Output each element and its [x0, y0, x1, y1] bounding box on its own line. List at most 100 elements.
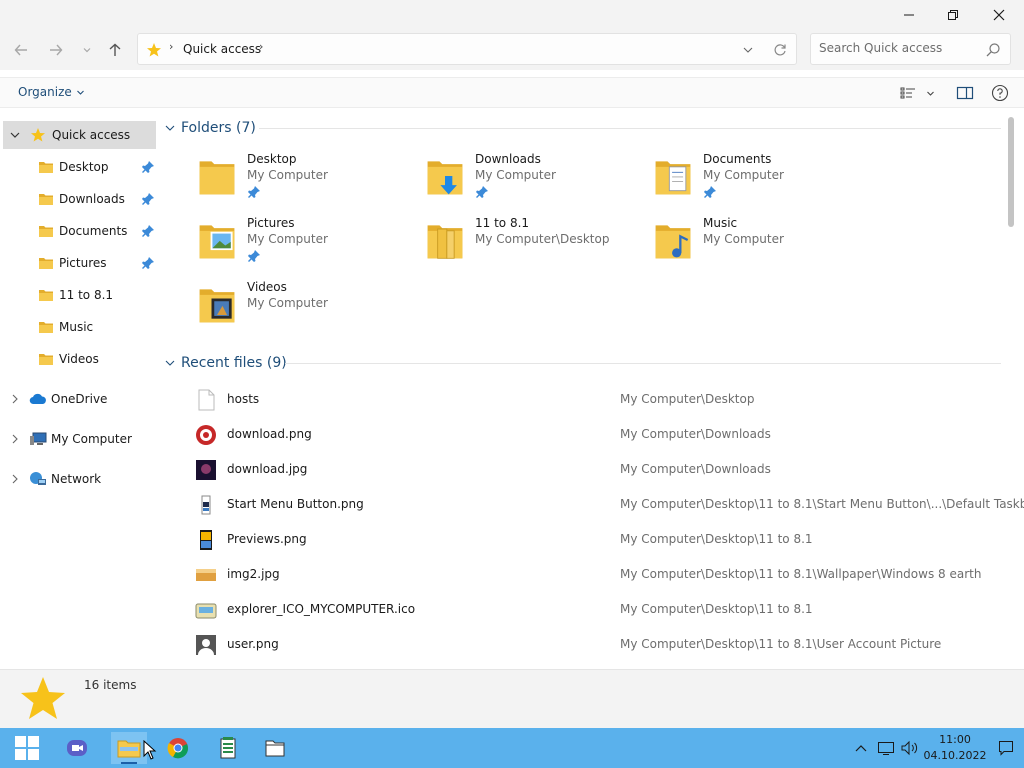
folder-tile[interactable]: Desktop My Computer	[195, 150, 415, 206]
sidebar-item-desktop[interactable]: Desktop	[0, 153, 157, 181]
folders-group-header[interactable]: Folders (7)	[165, 118, 256, 138]
taskbar-chrome-button[interactable]	[160, 732, 196, 764]
sidebar-item-label: Videos	[59, 352, 99, 366]
search-box[interactable]	[810, 33, 1011, 65]
organize-label: Organize	[18, 85, 72, 99]
computer-icon	[30, 432, 47, 445]
up-button[interactable]	[103, 38, 127, 62]
sidebar-item-music[interactable]: Music	[0, 313, 157, 341]
folder-name: Music	[703, 216, 738, 230]
desktop-folder-icon	[39, 162, 53, 173]
forward-button[interactable]	[44, 38, 68, 62]
recent-file-row[interactable]: user.png My Computer\Desktop\11 to 8.1\Us…	[187, 628, 1017, 662]
downloads-folder-icon	[427, 161, 463, 195]
sidebar-item-onedrive[interactable]: OneDrive	[0, 385, 157, 413]
command-bar: Organize	[0, 77, 1024, 108]
chevron-down-icon	[165, 125, 175, 131]
folder-location: My Computer\Desktop	[475, 232, 610, 246]
recent-file-row[interactable]: Start Menu Button.png My Computer\Desktop…	[187, 488, 1024, 522]
folder-tile[interactable]: Music My Computer	[651, 214, 871, 270]
taskbar-app-button[interactable]	[210, 732, 246, 764]
folder-tile[interactable]: Pictures My Computer	[195, 214, 415, 270]
breadcrumb-quick-access[interactable]: Quick access	[183, 42, 261, 56]
start-button[interactable]	[9, 732, 45, 764]
folder-tile[interactable]: Documents My Computer	[651, 150, 871, 206]
status-bar: 16 items	[0, 669, 1024, 728]
recent-file-row[interactable]: Previews.png My Computer\Desktop\11 to 8.…	[187, 523, 1017, 557]
folder-tile[interactable]: Downloads My Computer	[423, 150, 643, 206]
recent-group-header[interactable]: Recent files (9)	[165, 353, 287, 373]
recent-file-row[interactable]: img2.jpg My Computer\Desktop\11 to 8.1\Wa…	[187, 558, 1017, 592]
folder-tile[interactable]: 11 to 8.1 My Computer\Desktop	[423, 214, 643, 270]
back-button[interactable]	[9, 38, 33, 62]
address-dropdown-icon[interactable]	[743, 45, 753, 55]
taskbar-chat-button[interactable]	[59, 732, 95, 764]
chevron-right-icon[interactable]	[11, 434, 19, 444]
sidebar-item-downloads[interactable]: Downloads	[0, 185, 157, 213]
recent-file-row[interactable]: download.png My Computer\Downloads	[187, 418, 1017, 452]
refresh-icon[interactable]	[773, 43, 787, 57]
chevron-down-icon	[927, 91, 934, 96]
search-input[interactable]	[819, 41, 979, 55]
chevron-down-icon[interactable]	[10, 130, 20, 140]
star-icon	[31, 128, 45, 142]
file-name: explorer_ICO_MYCOMPUTER.ico	[227, 602, 416, 616]
help-button[interactable]	[991, 84, 1009, 105]
organize-button[interactable]: Organize	[18, 85, 85, 99]
recent-file-row[interactable]: download.jpg My Computer\Downloads	[187, 453, 1017, 487]
network-tray-button[interactable]	[876, 728, 896, 768]
address-bar[interactable]: › Quick access ›	[137, 33, 797, 65]
sidebar-item-videos[interactable]: Videos	[0, 345, 157, 373]
pictures-folder-icon	[199, 225, 235, 259]
title-bar	[0, 0, 1024, 30]
folder-name: 11 to 8.1	[475, 216, 530, 230]
sidebar-item-documents[interactable]: Documents	[0, 217, 157, 245]
network-icon	[30, 472, 46, 485]
file-name: download.jpg	[227, 462, 308, 476]
group-divider	[285, 363, 1001, 364]
breadcrumb-chevron-icon[interactable]: ›	[259, 40, 263, 53]
chevron-right-icon[interactable]	[11, 474, 19, 484]
navigation-pane: Quick access Desktop Downloads Documents Pi…	[0, 109, 157, 669]
preview-pane-button[interactable]	[956, 85, 974, 104]
downloads-folder-icon	[39, 194, 53, 205]
scrollbar-thumb[interactable]	[1008, 117, 1014, 227]
preview-pane-icon	[956, 86, 974, 100]
pin-icon	[142, 161, 154, 173]
taskbar-folder-button[interactable]	[257, 732, 293, 764]
file-name: Start Menu Button.png	[227, 497, 364, 511]
pin-icon	[248, 250, 260, 262]
file-name: hosts	[227, 392, 260, 406]
notifications-button[interactable]	[996, 728, 1016, 768]
chevron-right-icon[interactable]	[11, 394, 19, 404]
close-button[interactable]	[976, 0, 1022, 30]
sidebar-item-my-computer[interactable]: My Computer	[0, 425, 157, 453]
clock[interactable]: 11:00 04.10.2022	[924, 728, 987, 768]
sidebar-item-pictures[interactable]: Pictures	[0, 249, 157, 277]
recent-file-row[interactable]: hosts My Computer\Desktop	[187, 383, 1017, 417]
sidebar-item-label: Documents	[59, 224, 128, 238]
folder-tile[interactable]: Videos My Computer	[195, 278, 415, 334]
recent-file-row[interactable]: explorer_ICO_MYCOMPUTER.ico My Computer\D…	[187, 593, 1017, 627]
volume-button[interactable]	[900, 728, 920, 768]
sidebar-item-network[interactable]: Network	[0, 465, 157, 493]
content-area: Folders (7) Desktop My Computer Downloads M…	[157, 109, 1024, 669]
folder-icon	[427, 225, 463, 259]
up-arrow-icon	[109, 43, 121, 56]
restore-button[interactable]	[930, 0, 976, 30]
folder-icon	[265, 740, 285, 757]
pictures-folder-icon	[39, 258, 53, 269]
taskbar-file-explorer-button[interactable]	[111, 732, 147, 764]
sidebar-item-11-to-8-1[interactable]: 11 to 8.1	[0, 281, 157, 309]
minimize-button[interactable]	[886, 0, 932, 30]
folder-location: My Computer	[247, 296, 328, 310]
sidebar-item-quick-access[interactable]: Quick access	[3, 121, 156, 149]
file-location: My Computer\Desktop	[620, 392, 755, 406]
search-icon[interactable]	[986, 43, 1000, 57]
recent-locations-button[interactable]	[75, 38, 99, 62]
file-name: img2.jpg	[227, 567, 280, 581]
notification-icon	[999, 741, 1013, 756]
view-options-button[interactable]	[900, 86, 935, 100]
file-name: Previews.png	[227, 532, 307, 546]
show-hidden-icons-button[interactable]	[852, 728, 870, 768]
